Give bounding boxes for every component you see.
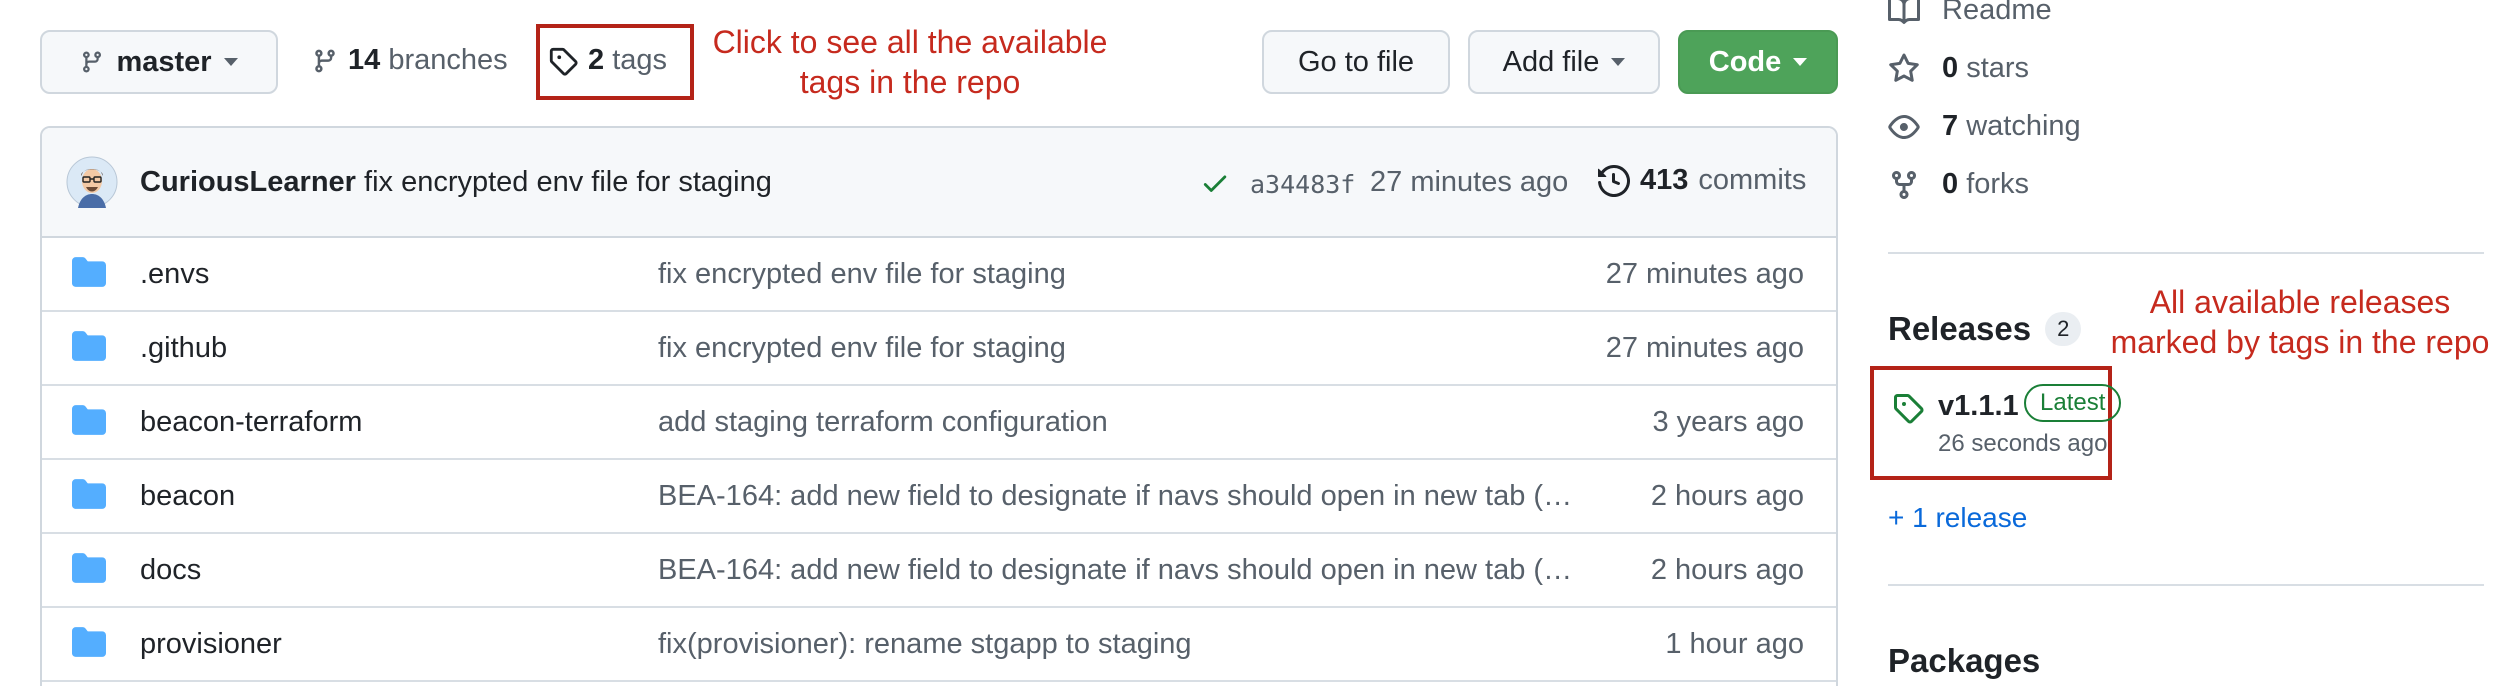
readme-link[interactable]: Readme <box>1888 0 2052 27</box>
commit-summary: CuriousLearner fix encrypted env file fo… <box>140 166 772 199</box>
chevron-down-icon <box>223 58 238 66</box>
file-name[interactable]: .envs <box>140 258 209 291</box>
branches-count: 14 <box>348 44 381 76</box>
file-row[interactable]: beacon-terraform add staging terraform co… <box>42 386 1836 460</box>
add-file-label: Add file <box>1502 45 1600 78</box>
watching-count: 7 <box>1942 110 1959 142</box>
tags-count: 2 <box>588 44 605 76</box>
file-name[interactable]: .github <box>140 332 227 365</box>
code-label: Code <box>1708 45 1782 78</box>
file-commit-time: 27 minutes ago <box>1605 332 1804 364</box>
branch-name: master <box>116 45 212 78</box>
stars-count: 0 <box>1942 52 1959 84</box>
releases-header[interactable]: Releases 2 <box>1888 310 2082 348</box>
stars-link[interactable]: 0 stars <box>1888 52 2029 85</box>
release-time: 26 seconds ago <box>1938 430 2108 457</box>
folder-icon <box>72 479 106 509</box>
releases-annotation-line1: All available releases <box>2149 284 2451 320</box>
watching-link[interactable]: 7 watching <box>1888 110 2081 143</box>
file-commit-time: 2 hours ago <box>1650 554 1804 586</box>
star-icon <box>1888 53 1920 85</box>
git-branch-icon <box>312 46 338 76</box>
file-row[interactable]: docs BEA-164: add new field to designate … <box>42 534 1836 608</box>
tag-icon <box>548 46 578 76</box>
packages-title[interactable]: Packages <box>1888 642 2040 680</box>
go-to-file-button[interactable]: Go to file <box>1262 30 1450 94</box>
book-icon <box>1888 0 1920 27</box>
release-tag-icon <box>1892 392 1924 424</box>
file-name[interactable]: beacon-terraform <box>140 406 362 439</box>
file-name[interactable]: provisioner <box>140 628 282 661</box>
history-icon <box>1598 164 1630 197</box>
git-branch-icon <box>80 48 104 76</box>
latest-badge: Latest <box>2024 384 2122 422</box>
file-name[interactable]: beacon <box>140 480 235 513</box>
forks-label: forks <box>1966 168 2030 200</box>
commits-count: 413 <box>1640 164 1689 196</box>
file-row[interactable]: provisioner fix(provisioner): rename stga… <box>42 608 1836 682</box>
releases-count-badge: 2 <box>2045 312 2082 346</box>
commit-message[interactable]: fix encrypted env file for staging <box>364 166 772 198</box>
code-button[interactable]: Code <box>1678 30 1838 94</box>
sidebar-divider <box>1888 252 2484 254</box>
latest-commit-bar: CuriousLearner fix encrypted env file fo… <box>42 128 1836 238</box>
file-commit-message[interactable]: fix encrypted env file for staging <box>658 332 1066 365</box>
file-commit-time: 2 hours ago <box>1650 480 1804 512</box>
forks-link[interactable]: 0 forks <box>1888 168 2029 201</box>
check-icon <box>1200 168 1230 198</box>
commit-time: 27 minutes ago <box>1370 166 1569 198</box>
branches-link[interactable]: 14 branches <box>312 44 508 77</box>
commit-author[interactable]: CuriousLearner <box>140 166 356 198</box>
commit-sha[interactable]: a34483f <box>1250 170 1355 199</box>
file-commit-message[interactable]: add staging terraform configuration <box>658 406 1108 439</box>
tags-annotation: Click to see all the available tags in t… <box>690 22 1130 102</box>
folder-icon <box>72 627 106 657</box>
fork-icon <box>1888 169 1920 201</box>
file-row[interactable]: .github fix encrypted env file for stagin… <box>42 312 1836 386</box>
readme-label: Readme <box>1942 0 2052 26</box>
tags-annotation-line1: Click to see all the available <box>712 24 1108 60</box>
watching-label: watching <box>1966 110 2081 142</box>
file-name[interactable]: docs <box>140 554 201 587</box>
file-commit-message[interactable]: BEA-164: add new field to designate if n… <box>658 554 1572 587</box>
go-to-file-label: Go to file <box>1297 45 1415 78</box>
file-commit-message[interactable]: fix(provisioner): rename stgapp to stagi… <box>658 628 1192 661</box>
file-row[interactable]: .envs fix encrypted env file for staging 2… <box>42 238 1836 312</box>
folder-icon <box>72 405 106 435</box>
stars-label: stars <box>1966 52 2030 84</box>
file-commit-message[interactable]: fix encrypted env file for staging <box>658 258 1066 291</box>
file-commit-time: 1 hour ago <box>1665 628 1804 660</box>
releases-annotation-line2: marked by tags in the repo <box>2110 324 2490 360</box>
avatar[interactable] <box>66 156 118 208</box>
add-file-button[interactable]: Add file <box>1468 30 1660 94</box>
file-table: CuriousLearner fix encrypted env file fo… <box>40 126 1838 686</box>
sidebar-divider <box>1888 584 2484 586</box>
folder-icon <box>72 331 106 361</box>
eye-icon <box>1888 111 1920 143</box>
tags-link[interactable]: 2 tags <box>548 44 667 77</box>
more-releases-link[interactable]: + 1 release <box>1888 502 2027 534</box>
forks-count: 0 <box>1942 168 1959 200</box>
file-commit-time: 27 minutes ago <box>1605 258 1804 290</box>
tags-label: tags <box>612 44 668 76</box>
release-tag-link[interactable]: v1.1.1 <box>1938 390 2019 423</box>
file-row[interactable]: beacon BEA-164: add new field to designat… <box>42 460 1836 534</box>
chevron-down-icon <box>1611 58 1626 66</box>
branch-select-button[interactable]: master <box>40 30 278 94</box>
releases-annotation: All available releases marked by tags in… <box>2090 282 2510 362</box>
folder-icon <box>72 553 106 583</box>
folder-icon <box>72 257 106 287</box>
releases-title: Releases <box>1888 310 2032 347</box>
file-commit-time: 3 years ago <box>1652 406 1804 438</box>
chevron-down-icon <box>1793 58 1808 66</box>
tags-annotation-line2: tags in the repo <box>799 64 1021 100</box>
commits-link[interactable]: 413 commits <box>1598 164 1806 197</box>
file-commit-message[interactable]: BEA-164: add new field to designate if n… <box>658 480 1572 513</box>
commits-label: commits <box>1698 164 1807 196</box>
branches-label: branches <box>388 44 508 76</box>
